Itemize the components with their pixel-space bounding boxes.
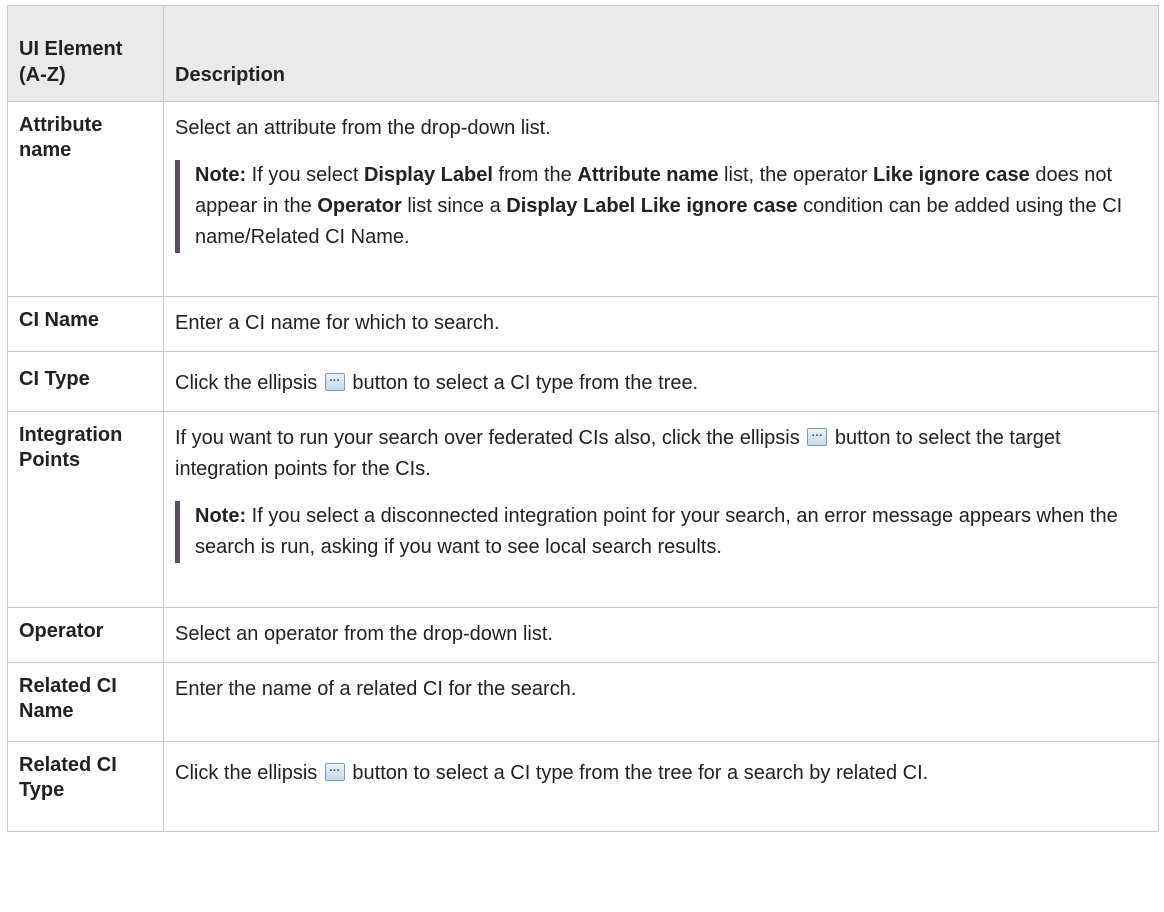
note-text: from the — [492, 164, 578, 186]
table-row: Related CI Type Click the ellipsis ··· b… — [7, 741, 1159, 832]
note-text: If you select a disconnected integration… — [195, 505, 1118, 558]
table-row: CI Name Enter a CI name for which to sea… — [7, 296, 1159, 352]
element-related-ci-name: Related CI Name — [7, 662, 164, 742]
ellipsis-glyph: ··· — [329, 765, 341, 777]
header-description: Description — [163, 5, 1159, 102]
description-cell: Enter a CI name for which to search. — [163, 296, 1159, 352]
note-text: list since a — [401, 195, 507, 217]
table-row: Operator Select an operator from the dro… — [7, 607, 1159, 663]
table-row: Related CI Name Enter the name of a rela… — [7, 662, 1159, 742]
description-text: Select an attribute from the drop-down l… — [175, 117, 551, 139]
element-ci-type: CI Type — [7, 351, 164, 412]
description-text: If you want to run your search over fede… — [175, 423, 1147, 485]
table-row: CI Type Click the ellipsis ··· button to… — [7, 351, 1159, 412]
description-text-pre: If you want to run your search over fede… — [175, 427, 806, 449]
element-operator: Operator — [7, 607, 164, 663]
element-ci-name: CI Name — [7, 296, 164, 352]
description-cell: Select an attribute from the drop-down l… — [163, 101, 1159, 297]
note-bold: Like ignore case — [873, 164, 1030, 186]
description-cell: If you want to run your search over fede… — [163, 411, 1159, 608]
description-text: Click the ellipsis — [175, 372, 323, 394]
ellipsis-glyph: ··· — [811, 430, 823, 442]
table-row: Integration Points If you want to run yo… — [7, 411, 1159, 608]
ellipsis-button-icon[interactable]: ··· — [807, 428, 828, 446]
ui-elements-table: UI Element (A-Z) Description Attribute n… — [7, 5, 1159, 832]
description-text: button to select a CI type from the tree… — [346, 762, 929, 784]
element-attribute-name: Attribute name — [7, 101, 164, 297]
description-cell: Click the ellipsis ··· button to select … — [163, 351, 1159, 412]
description-text: Click the ellipsis — [175, 762, 323, 784]
note-text: If you select — [246, 164, 364, 186]
description-cell: Click the ellipsis ··· button to select … — [163, 741, 1159, 832]
element-related-ci-type: Related CI Type — [7, 741, 164, 832]
ellipsis-glyph: ··· — [329, 375, 341, 387]
note-bold: Display Label Like ignore case — [506, 195, 798, 217]
note-label: Note: — [195, 505, 247, 527]
description-cell: Enter the name of a related CI for the s… — [163, 662, 1159, 742]
description-text: button to select a CI type from the tree… — [346, 372, 699, 394]
header-ui-element: UI Element (A-Z) — [7, 5, 164, 102]
note-block: Note: If you select a disconnected integ… — [175, 501, 1147, 563]
description-cell: Select an operator from the drop-down li… — [163, 607, 1159, 663]
note-bold: Display Label — [363, 164, 493, 186]
element-integration-points: Integration Points — [7, 411, 164, 608]
note-label: Note: — [195, 164, 247, 186]
note-text: list, the operator — [718, 164, 874, 186]
note-block: Note: If you select Display Label from t… — [175, 160, 1147, 253]
table-row: Attribute name Select an attribute from … — [7, 101, 1159, 297]
note-bold: Operator — [317, 195, 402, 217]
note-bold: Attribute name — [577, 164, 719, 186]
ellipsis-button-icon[interactable]: ··· — [324, 373, 345, 391]
table-header-row: UI Element (A-Z) Description — [7, 5, 1159, 102]
ellipsis-button-icon[interactable]: ··· — [324, 763, 345, 781]
